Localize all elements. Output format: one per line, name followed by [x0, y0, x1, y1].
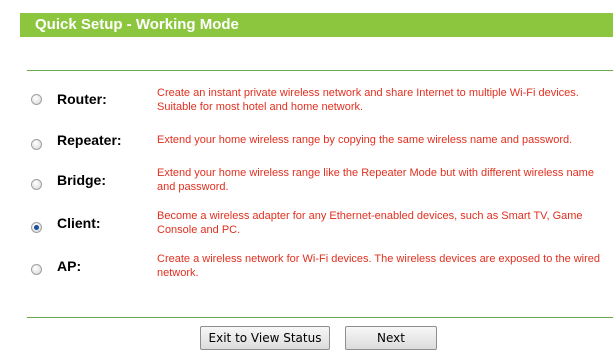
router-radio[interactable]: [31, 94, 42, 105]
client-description: Become a wireless adapter for any Ethern…: [157, 210, 583, 236]
bridge-description: Extend your home wireless range like the…: [157, 167, 594, 193]
mode-option-ap[interactable]: AP: Create a wireless network for Wi-Fi …: [0, 250, 613, 290]
ap-label[interactable]: AP:: [57, 258, 81, 274]
bridge-radio[interactable]: [31, 179, 42, 190]
bottom-divider: [27, 317, 613, 318]
bridge-label[interactable]: Bridge:: [57, 172, 106, 188]
client-radio[interactable]: [31, 222, 42, 233]
mode-option-router[interactable]: Router: Create an instant private wirele…: [0, 83, 613, 123]
page-title: Quick Setup - Working Mode: [35, 16, 239, 33]
router-label[interactable]: Router:: [57, 91, 107, 107]
repeater-label[interactable]: Repeater:: [57, 132, 122, 148]
page-header: Quick Setup - Working Mode: [20, 13, 613, 37]
mode-option-repeater[interactable]: Repeater: Extend your home wireless rang…: [0, 123, 613, 163]
repeater-radio[interactable]: [31, 139, 42, 150]
radio-selected-dot: [34, 225, 39, 230]
top-divider: [27, 70, 613, 71]
mode-option-client[interactable]: Client: Become a wireless adapter for an…: [0, 206, 613, 246]
ap-description: Create a wireless network for Wi-Fi devi…: [157, 253, 601, 279]
exit-to-view-status-button[interactable]: Exit to View Status: [200, 326, 330, 350]
repeater-description: Extend your home wireless range by copyi…: [157, 134, 573, 146]
mode-option-bridge[interactable]: Bridge: Extend your home wireless range …: [0, 163, 613, 203]
client-label[interactable]: Client:: [57, 215, 101, 231]
ap-radio[interactable]: [31, 264, 42, 275]
next-button[interactable]: Next: [345, 326, 437, 350]
router-description: Create an instant private wireless netwo…: [157, 87, 579, 113]
